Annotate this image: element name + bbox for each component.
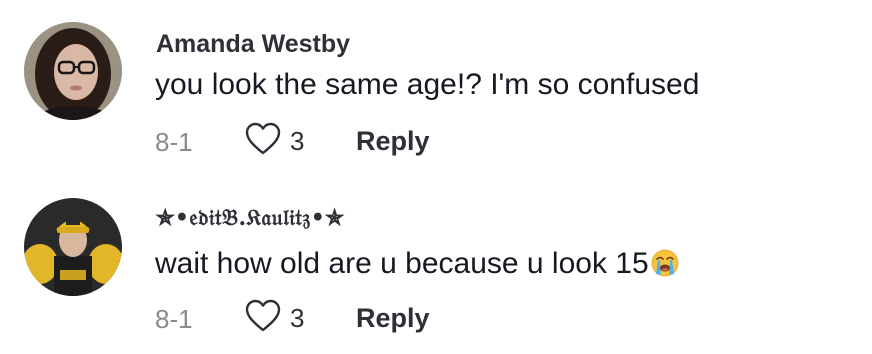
comment-username[interactable]: ✯•𝔢𝔡𝔦𝔱𝔅.𝔎𝔞𝔲𝔩𝔦𝔱𝔷•✯ [156, 205, 344, 231]
avatar-image [24, 198, 122, 296]
like-count: 3 [290, 126, 305, 156]
comment-item: Amanda Westby you look the same age!? I'… [0, 0, 872, 177]
avatar-image [24, 22, 122, 120]
reply-button[interactable]: Reply [356, 303, 430, 334]
avatar[interactable] [24, 198, 122, 296]
like-count: 3 [290, 303, 305, 333]
comment-text: wait how old are u because u look 15 [155, 247, 680, 281]
avatar[interactable] [24, 22, 122, 120]
reply-button[interactable]: Reply [356, 126, 430, 157]
comment-meta: 8-1 3 Reply [155, 122, 515, 158]
comment-date: 8-1 [155, 127, 193, 157]
comment-username[interactable]: Amanda Westby [156, 30, 350, 59]
heart-icon [245, 122, 281, 155]
comment-text-content: wait how old are u because u look 15 [155, 247, 649, 280]
comment-date: 8-1 [155, 304, 193, 334]
loudly-crying-face-icon [650, 248, 680, 278]
comment-item: ✯•𝔢𝔡𝔦𝔱𝔅.𝔎𝔞𝔲𝔩𝔦𝔱𝔷•✯ wait how old are u bec… [0, 177, 872, 354]
like-button[interactable] [245, 299, 281, 333]
like-button[interactable] [245, 122, 281, 156]
comment-text: you look the same age!? I'm so confused [155, 68, 700, 101]
heart-icon [245, 299, 281, 332]
comment-meta: 8-1 3 Reply [155, 299, 515, 335]
